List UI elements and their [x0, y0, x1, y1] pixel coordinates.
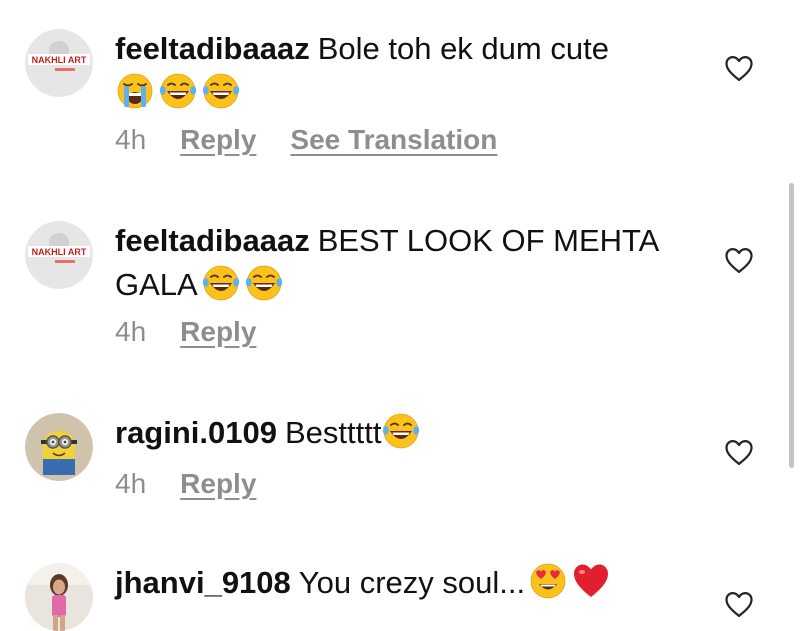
- comment-text: Besttttt: [284, 415, 382, 450]
- like-heart-icon[interactable]: [724, 246, 754, 274]
- avatar[interactable]: [25, 563, 93, 631]
- like-heart-icon[interactable]: [724, 438, 754, 466]
- comment-text: You crezy soul...: [298, 565, 526, 600]
- like-heart-icon[interactable]: [724, 590, 754, 618]
- avatar[interactable]: [25, 413, 93, 481]
- face-with-tears-of-joy-icon: [381, 411, 421, 451]
- comment-timestamp: 4h: [115, 124, 147, 155]
- face-with-tears-of-joy-icon: [201, 263, 241, 303]
- comment-text-block: ragini.0109 Besttttt: [115, 411, 695, 455]
- comment-text-block: feeltadibaaaz BEST LOOK OF MEHTA GALA: [115, 219, 695, 307]
- svg-text:NAKHLI ART: NAKHLI ART: [32, 247, 87, 257]
- comment-username[interactable]: jhanvi_9108: [115, 565, 291, 600]
- person-photo-avatar-icon: [25, 563, 93, 631]
- comment-meta: 4h Reply: [115, 316, 290, 348]
- reply-button[interactable]: Reply: [180, 124, 256, 156]
- comment-text-block: feeltadibaaaz Bole toh ek dum cute: [115, 27, 695, 115]
- comment-text: Bole toh ek dum cute: [317, 31, 609, 66]
- minion-avatar-icon: [25, 413, 93, 481]
- smiling-face-with-heart-eyes-icon: [528, 561, 568, 601]
- comment-timestamp: 4h: [115, 316, 147, 347]
- comment-text-block: jhanvi_9108 You crezy soul...: [115, 561, 695, 605]
- svg-text:NAKHLI ART: NAKHLI ART: [32, 55, 87, 65]
- like-heart-icon[interactable]: [724, 54, 754, 82]
- loudly-crying-face-icon: [115, 71, 155, 111]
- reply-button[interactable]: Reply: [180, 316, 256, 348]
- comment-timestamp: 4h: [115, 468, 147, 499]
- comment-meta: 4h Reply See Translation: [115, 124, 531, 156]
- face-with-tears-of-joy-icon: [158, 71, 198, 111]
- comment-username[interactable]: ragini.0109: [115, 415, 277, 450]
- comment-username[interactable]: feeltadibaaaz: [115, 223, 310, 258]
- comment-username[interactable]: feeltadibaaaz: [115, 31, 310, 66]
- reply-button[interactable]: Reply: [180, 468, 256, 500]
- face-with-tears-of-joy-icon: [201, 71, 241, 111]
- face-with-tears-of-joy-icon: [244, 263, 284, 303]
- avatar[interactable]: NAKHLI ART: [25, 221, 93, 289]
- red-heart-icon: [571, 561, 611, 601]
- see-translation-button[interactable]: See Translation: [290, 124, 497, 156]
- avatar[interactable]: NAKHLI ART: [25, 29, 93, 97]
- comment-meta: 4h Reply: [115, 468, 290, 500]
- nakhli-art-logo-icon: NAKHLI ART: [25, 221, 93, 289]
- nakhli-art-logo-icon: NAKHLI ART: [25, 29, 93, 97]
- scrollbar[interactable]: [789, 183, 794, 468]
